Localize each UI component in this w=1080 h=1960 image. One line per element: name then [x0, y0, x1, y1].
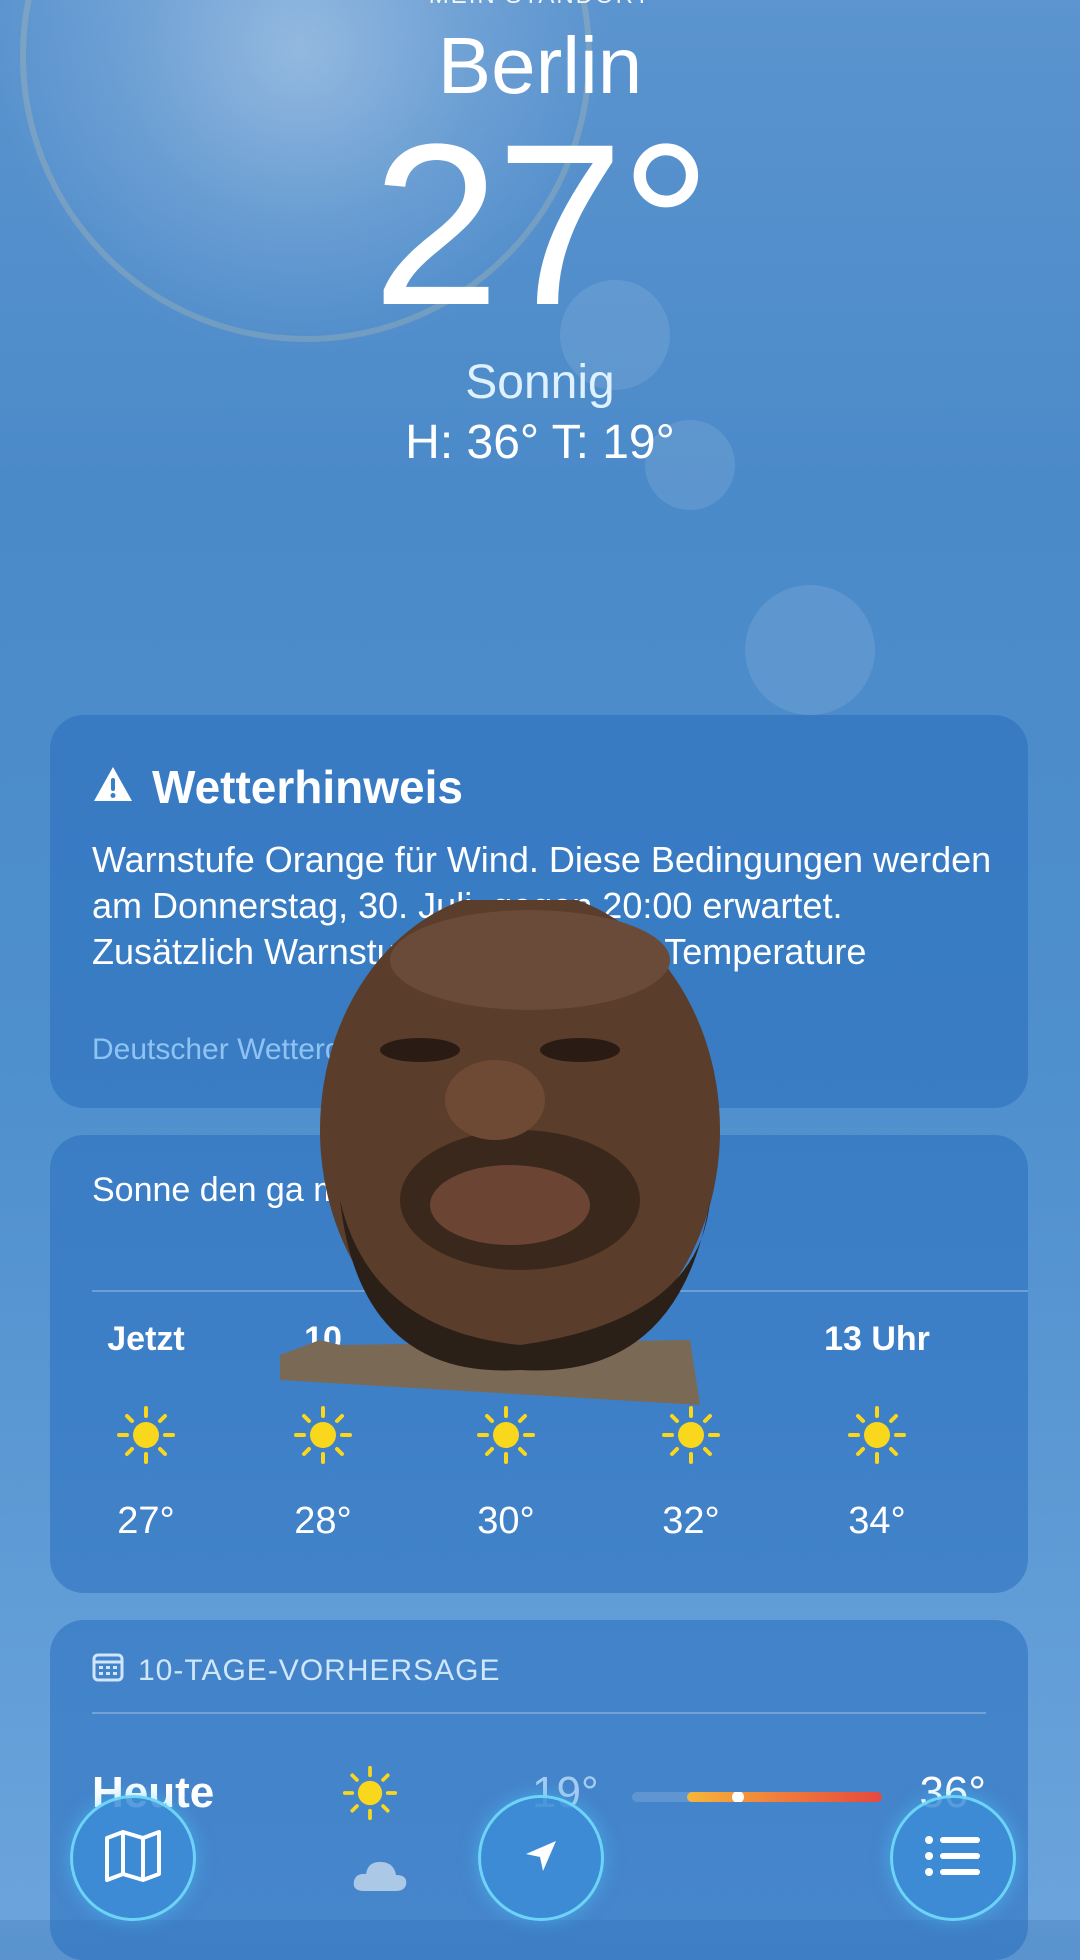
current-temperature: 27° [372, 96, 712, 353]
alert-title: Wetterhinweis [92, 760, 463, 814]
location-label: MEIN STANDORT [0, 0, 1080, 10]
person-sticker-overlay [280, 890, 780, 1405]
hour-temp: 32° [662, 1500, 720, 1542]
hour-time: 13 Uhr [824, 1320, 930, 1358]
hour-time: 14 [968, 1320, 1028, 1370]
current-temp-dot [732, 1792, 744, 1802]
temperature-range-fill [687, 1792, 882, 1802]
list-icon [924, 1834, 982, 1883]
weather-condition: Sonnig [465, 356, 615, 409]
hour-temp: 28° [294, 1500, 352, 1542]
forecast-header-text: 10-TAGE-VORHERSAGE [138, 1654, 501, 1687]
alert-title-text: Wetterhinweis [152, 761, 463, 813]
lens-flare [745, 585, 875, 715]
location-arrow-icon [524, 1839, 558, 1878]
divider [92, 1712, 986, 1714]
weather-icon [968, 1390, 1028, 1480]
temperature-range-bar [632, 1792, 882, 1802]
list-button[interactable] [890, 1795, 1016, 1921]
map-button[interactable] [70, 1795, 196, 1921]
hour-time: Jetzt [107, 1320, 185, 1358]
high-low-temperature: H: 36° T: 19° [405, 416, 675, 469]
hour-item: Jetzt 27° [66, 1320, 226, 1543]
cloud-icon [350, 1855, 410, 1900]
hour-item: 13 Uhr 34° [797, 1320, 957, 1543]
calendar-icon [92, 1652, 124, 1690]
hour-temp: 27° [117, 1500, 175, 1542]
hour-item: 14 3 [968, 1320, 1028, 1543]
sun-icon [342, 1765, 398, 1826]
warning-icon [92, 760, 134, 814]
hour-temp: 30° [477, 1500, 535, 1542]
sun-icon [66, 1390, 226, 1480]
sun-icon [797, 1390, 957, 1480]
hour-temp: 34° [848, 1500, 906, 1542]
hour-temp: 3 [968, 1500, 1028, 1543]
forecast-header: 10-TAGE-VORHERSAGE [92, 1652, 501, 1690]
current-location-button[interactable] [478, 1795, 604, 1921]
map-icon [104, 1829, 162, 1887]
